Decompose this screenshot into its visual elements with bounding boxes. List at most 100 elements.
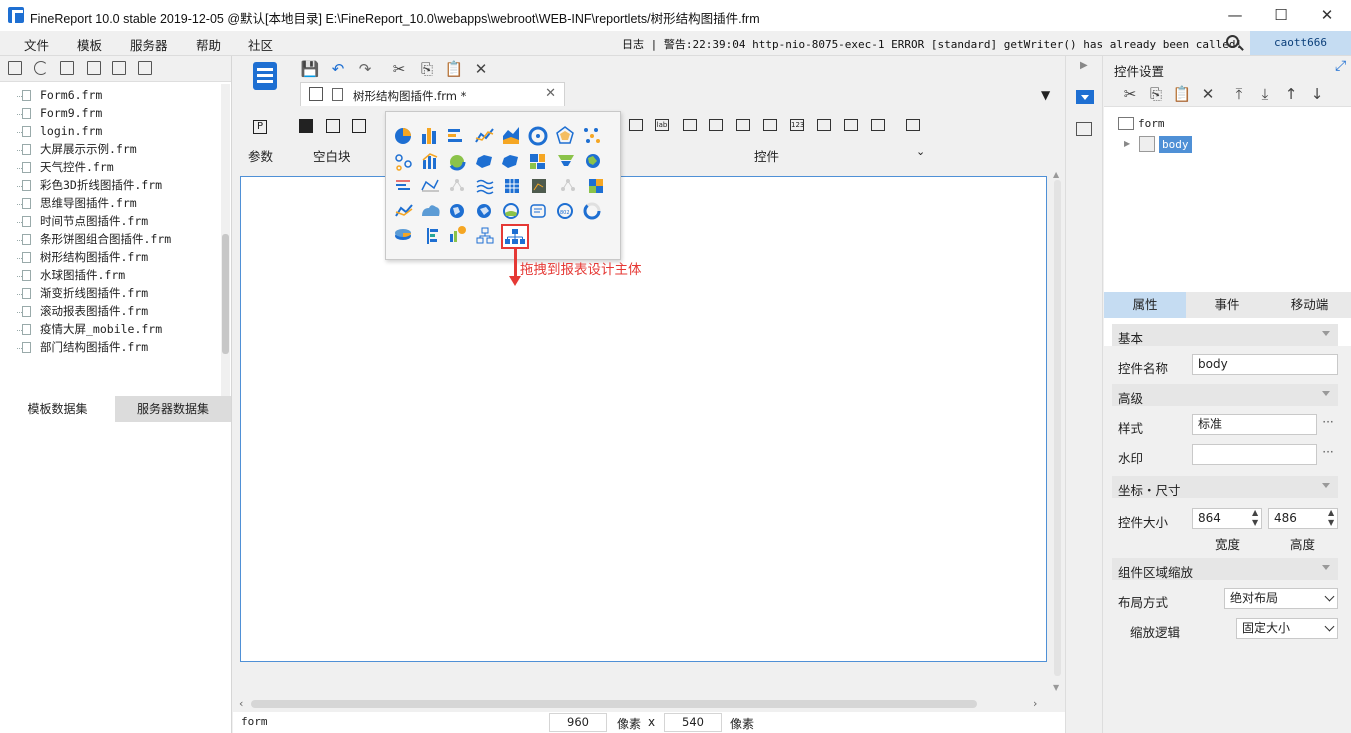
tab-properties[interactable]: 属性 (1104, 292, 1186, 318)
file-item[interactable]: Form9.frm (0, 104, 220, 122)
file-item[interactable]: 滚动报表图插件.frm (0, 302, 220, 320)
tab-mobile[interactable]: 移动端 (1268, 292, 1351, 318)
expand-panel-icon[interactable]: ⤢ (1335, 58, 1346, 74)
file-item[interactable]: 彩色3D折线图插件.frm (0, 176, 220, 194)
file-item[interactable]: 渐变折线图插件.frm (0, 284, 220, 302)
text-widget-icon[interactable] (683, 119, 697, 131)
label-widget-icon[interactable]: lab (655, 119, 669, 131)
canvas-width-input[interactable]: 960 (549, 713, 607, 732)
param-icon[interactable]: P (253, 120, 267, 134)
watermark-more-button[interactable]: ··· (1318, 444, 1338, 465)
query-widget-icon[interactable] (906, 119, 920, 131)
canvas-vscrollbar[interactable]: ▲ ▼ (1050, 168, 1065, 696)
tab-events[interactable]: 事件 (1186, 292, 1268, 318)
widget-name-input[interactable]: body (1192, 354, 1338, 375)
user-account[interactable]: caott666 (1250, 31, 1351, 55)
file-item[interactable]: login.frm (0, 122, 220, 140)
undo-icon[interactable]: ↶ (328, 59, 348, 79)
tab-block-icon[interactable] (352, 119, 366, 133)
move-up-icon[interactable]: ↑ (1281, 84, 1301, 104)
layout-panel-icon[interactable] (1076, 122, 1092, 136)
radio-group-icon[interactable] (844, 119, 858, 131)
redo-icon[interactable]: ↷ (355, 59, 375, 79)
section-position-size[interactable]: 坐标・尺寸 (1112, 476, 1338, 498)
file-list-scrollbar[interactable] (221, 84, 230, 414)
template-type-icon[interactable] (253, 62, 277, 90)
scale-select[interactable]: 固定大小 (1236, 618, 1338, 639)
scroll-down-icon[interactable]: ▼ (1053, 683, 1059, 692)
file-item[interactable]: 大屏展示示例.frm (0, 140, 220, 158)
refresh-icon[interactable] (34, 61, 48, 75)
calendar-widget-icon[interactable] (763, 119, 777, 131)
scroll-right-icon[interactable]: › (1033, 697, 1037, 710)
menu-help[interactable]: 帮助 (196, 35, 221, 54)
expand-controls-icon[interactable]: ⌄ (916, 145, 925, 158)
tree-structure-chart-icon[interactable] (501, 224, 529, 249)
scroll-left-icon[interactable]: ‹ (239, 697, 243, 710)
section-basic[interactable]: 基本 (1112, 324, 1338, 346)
copy-icon[interactable] (138, 61, 152, 75)
date-widget-icon[interactable] (736, 119, 750, 131)
file-item[interactable]: 思维导图插件.frm (0, 194, 220, 212)
button-widget-icon[interactable] (629, 119, 643, 131)
tree-node-body[interactable]: body (1159, 136, 1192, 153)
search-icon[interactable] (1226, 35, 1239, 48)
layout-select[interactable]: 绝对布局 (1224, 588, 1338, 609)
report-body-canvas[interactable] (240, 176, 1047, 662)
minimize-button[interactable]: — (1212, 0, 1258, 31)
tab-template-tree[interactable]: 树形结构图插件.frm * ✕ (300, 82, 565, 106)
tab-template-dataset[interactable]: 模板数据集 (0, 396, 115, 422)
file-item[interactable]: 条形饼图组合图插件.frm (0, 230, 220, 248)
widget-panel-icon[interactable] (1076, 90, 1094, 104)
new-folder-icon[interactable] (8, 61, 22, 75)
file-item[interactable]: 时间节点图插件.frm (0, 212, 220, 230)
delete-tool-icon[interactable]: ✕ (471, 59, 491, 79)
section-advanced[interactable]: 高级 (1112, 384, 1338, 406)
file-item[interactable]: 水球图插件.frm (0, 266, 220, 284)
file-item[interactable]: 疫情大屏_mobile.frm (0, 320, 220, 338)
file-item[interactable]: 天气控件.frm (0, 158, 220, 176)
canvas-hscrollbar[interactable]: ‹ › (233, 696, 1065, 712)
cut-icon[interactable]: ✂ (389, 59, 409, 79)
paste-icon[interactable]: 📋 (444, 59, 464, 79)
textarea-widget-icon[interactable] (817, 119, 831, 131)
blank-block-icon[interactable] (299, 119, 313, 133)
move-down-icon[interactable]: ↓ (1307, 84, 1327, 104)
expand-caret-icon[interactable]: ▶ (1124, 139, 1130, 148)
canvas-height-input[interactable]: 540 (664, 713, 722, 732)
log-message[interactable]: 日志 | 警告:22:39:04 http-nio-8075-exec-1 ER… (622, 36, 1242, 52)
copy-tool-icon[interactable]: ⎘ (417, 59, 437, 79)
file-item[interactable]: Form6.frm (0, 86, 220, 104)
move-bottom-icon[interactable]: ⤓ (1255, 84, 1275, 104)
style-input[interactable]: 标准 (1192, 414, 1317, 435)
scroll-thumb[interactable] (251, 700, 977, 708)
height-stepper-icon[interactable]: ▲ ▼ (1328, 508, 1334, 528)
scroll-thumb[interactable] (222, 234, 229, 354)
checkbox-group-icon[interactable] (871, 119, 885, 131)
copy-widget-icon[interactable]: ⎘ (1146, 84, 1166, 104)
menu-community[interactable]: 社区 (248, 35, 273, 54)
tab-close-icon[interactable]: ✕ (545, 86, 556, 101)
tree-root[interactable]: form (1138, 117, 1165, 130)
combo-widget-icon[interactable] (709, 119, 723, 131)
file-item[interactable]: 部门结构图插件.frm (0, 338, 220, 356)
file-item[interactable]: 树形结构图插件.frm (0, 248, 220, 266)
section-zoom[interactable]: 组件区域缩放 (1112, 558, 1338, 580)
move-top-icon[interactable]: ⤒ (1229, 84, 1249, 104)
template-info-icon[interactable] (60, 61, 74, 75)
cut-widget-icon[interactable]: ✂ (1120, 84, 1140, 104)
delete-icon[interactable] (112, 61, 126, 75)
tab-server-dataset[interactable]: 服务器数据集 (115, 396, 231, 422)
maximize-button[interactable]: ☐ (1258, 0, 1304, 31)
lock-icon[interactable] (87, 61, 101, 75)
scroll-up-icon[interactable]: ▲ (1053, 170, 1059, 179)
menu-template[interactable]: 模板 (77, 35, 102, 54)
menu-file[interactable]: 文件 (24, 35, 49, 54)
scroll-thumb[interactable] (1054, 180, 1061, 676)
style-more-button[interactable]: ··· (1318, 414, 1338, 435)
watermark-input[interactable] (1192, 444, 1317, 465)
collapse-arrow-icon[interactable]: ▶ (1080, 60, 1088, 71)
menu-server[interactable]: 服务器 (130, 35, 168, 54)
close-window-button[interactable]: ✕ (1304, 0, 1350, 31)
tab-list-icon[interactable]: ▼ (1041, 88, 1050, 102)
